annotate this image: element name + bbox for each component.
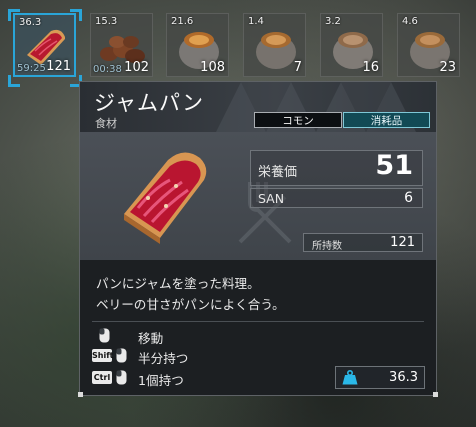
item-category: 食材 [95,117,117,130]
inventory-slot-nuts[interactable]: 15.3 00:38 102 [90,13,153,77]
owned-label: 所持数 [312,241,342,252]
slot-count: 23 [439,60,456,75]
item-name: ジャムパン [94,91,204,115]
slot-weight: 1.4 [248,16,264,27]
nutrition-value: 51 [375,150,413,181]
inventory-slot-pot-4[interactable]: 4.6 23 [397,13,460,77]
item-tags: コモン 消耗品 [254,112,430,129]
san-value: 6 [404,190,413,206]
slot-weight: 4.6 [402,16,418,27]
inventory-slot-pot-1[interactable]: 21.6 108 [166,13,229,77]
item-description: パンにジャムを塗った料理。 ベリーの甘さがパンによく合う。 [96,273,285,315]
weight-box: 36.3 [335,366,425,389]
san-stat: SAN 6 [250,188,423,208]
nutrition-stat: 栄養価 51 [250,150,423,186]
slot-count: 108 [200,60,225,75]
slot-timer: 59:25 [17,63,46,74]
slot-timer: 00:38 [93,64,122,75]
tooltip-body: 栄養価 51 SAN 6 所持数 121 [80,132,436,260]
type-tag: 消耗品 [343,112,430,128]
slot-count: 7 [293,60,302,75]
selection-corner [70,9,82,21]
weight-icon [342,370,358,385]
control-label: 半分持つ [138,351,189,366]
slot-weight: 36.3 [19,17,42,28]
description-line: パンにジャムを塗った料理。 [96,276,260,291]
weight-value: 36.3 [389,370,418,385]
slot-weight: 15.3 [95,16,118,27]
owned-count: 所持数 121 [303,233,423,252]
inventory-slot-pot-3[interactable]: 3.2 16 [320,13,383,77]
selection-corner [8,9,20,21]
control-label: 1個持つ [138,373,184,388]
inventory-slot-pot-2[interactable]: 1.4 7 [243,13,306,77]
shift-key-icon: Shift [92,349,114,362]
slot-count: 16 [362,60,379,75]
selection-corner [8,75,20,87]
slot-count: 121 [46,59,71,74]
san-label: SAN [258,191,285,206]
jam-bread-icon [124,152,207,244]
owned-value: 121 [390,235,415,250]
mouse-left-click-icon [116,370,127,385]
control-label: 移動 [138,331,164,346]
slot-weight: 21.6 [171,16,194,27]
rarity-tag: コモン [254,112,342,128]
description-line: ベリーの甘さがパンによく合う。 [96,297,285,312]
ctrl-key-icon: Ctrl [92,371,112,384]
tooltip-header: ジャムパン 食材 コモン 消耗品 [80,82,436,132]
mouse-left-click-icon [99,328,110,343]
inventory-slot-jam-bread[interactable]: 36.3 59:25 121 [13,13,76,77]
inventory-bar: 36.3 59:25 121 15.3 00:38 102 21.6 108 1… [0,0,476,87]
mouse-left-click-icon [116,348,127,363]
tooltip-corner [78,392,83,397]
divider [92,321,424,322]
item-tooltip: ジャムパン 食材 コモン 消耗品 栄養価 51 SAN 6 所持数 121 パン… [78,81,438,397]
nutrition-label: 栄養価 [258,165,298,180]
slot-count: 102 [124,60,149,75]
slot-weight: 3.2 [325,16,341,27]
tooltip-corner [433,392,438,397]
